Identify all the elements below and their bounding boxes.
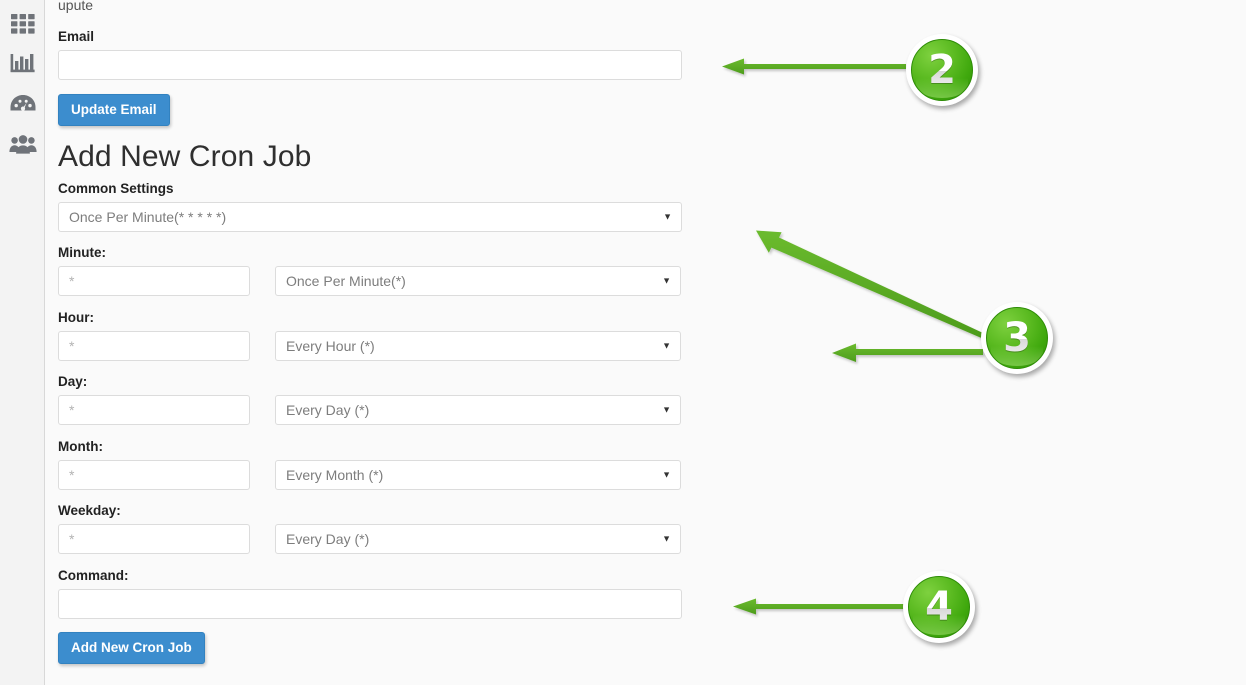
month-input[interactable] xyxy=(58,460,250,490)
sidebar-item-apps-grid[interactable] xyxy=(0,4,45,44)
chevron-down-icon: ▼ xyxy=(662,275,671,286)
minute-input[interactable] xyxy=(58,266,250,296)
chevron-down-icon: ▼ xyxy=(662,469,671,480)
month-label: Month: xyxy=(58,439,103,454)
hour-preset-value: Every Hour (*) xyxy=(286,338,375,354)
breadcrumb: upute xyxy=(58,0,94,13)
sidebar-item-dashboard[interactable] xyxy=(0,84,45,124)
common-settings-value: Once Per Minute(* * * * *) xyxy=(69,209,227,225)
common-settings-label: Common Settings xyxy=(58,181,174,196)
chevron-down-icon: ▼ xyxy=(663,211,672,222)
gauge-icon xyxy=(9,92,37,116)
minute-label: Minute: xyxy=(58,245,106,260)
minute-preset-select[interactable]: Once Per Minute(*) ▼ xyxy=(275,266,681,296)
email-input[interactable] xyxy=(58,50,682,80)
main-content-area: upute Email Update Email Add New Cron Jo… xyxy=(46,0,1246,685)
command-label: Command: xyxy=(58,568,129,583)
left-icon-sidebar xyxy=(0,0,45,685)
hour-input[interactable] xyxy=(58,331,250,361)
email-label: Email xyxy=(58,29,95,44)
minute-preset-value: Once Per Minute(*) xyxy=(286,273,406,289)
users-icon xyxy=(8,132,37,156)
month-preset-value: Every Month (*) xyxy=(286,467,384,483)
page-title: Add New Cron Job xyxy=(58,140,312,173)
command-input[interactable] xyxy=(58,589,682,619)
sidebar-item-statistics[interactable] xyxy=(0,44,45,84)
weekday-preset-value: Every Day (*) xyxy=(286,531,370,547)
day-input[interactable] xyxy=(58,395,250,425)
sidebar-item-users[interactable] xyxy=(0,124,45,164)
chevron-down-icon: ▼ xyxy=(662,404,671,415)
day-preset-value: Every Day (*) xyxy=(286,402,370,418)
hour-label: Hour: xyxy=(58,310,94,325)
weekday-label: Weekday: xyxy=(58,503,121,518)
weekday-preset-select[interactable]: Every Day (*) ▼ xyxy=(275,524,681,554)
update-email-button[interactable]: Update Email xyxy=(58,94,170,126)
grid-icon xyxy=(10,13,36,35)
add-new-cron-job-button[interactable]: Add New Cron Job xyxy=(58,632,205,664)
bar-chart-icon xyxy=(10,52,36,76)
chevron-down-icon: ▼ xyxy=(662,533,671,544)
common-settings-select[interactable]: Once Per Minute(* * * * *) ▼ xyxy=(58,202,682,232)
day-preset-select[interactable]: Every Day (*) ▼ xyxy=(275,395,681,425)
chevron-down-icon: ▼ xyxy=(662,340,671,351)
day-label: Day: xyxy=(58,374,88,389)
month-preset-select[interactable]: Every Month (*) ▼ xyxy=(275,460,681,490)
weekday-input[interactable] xyxy=(58,524,250,554)
hour-preset-select[interactable]: Every Hour (*) ▼ xyxy=(275,331,681,361)
